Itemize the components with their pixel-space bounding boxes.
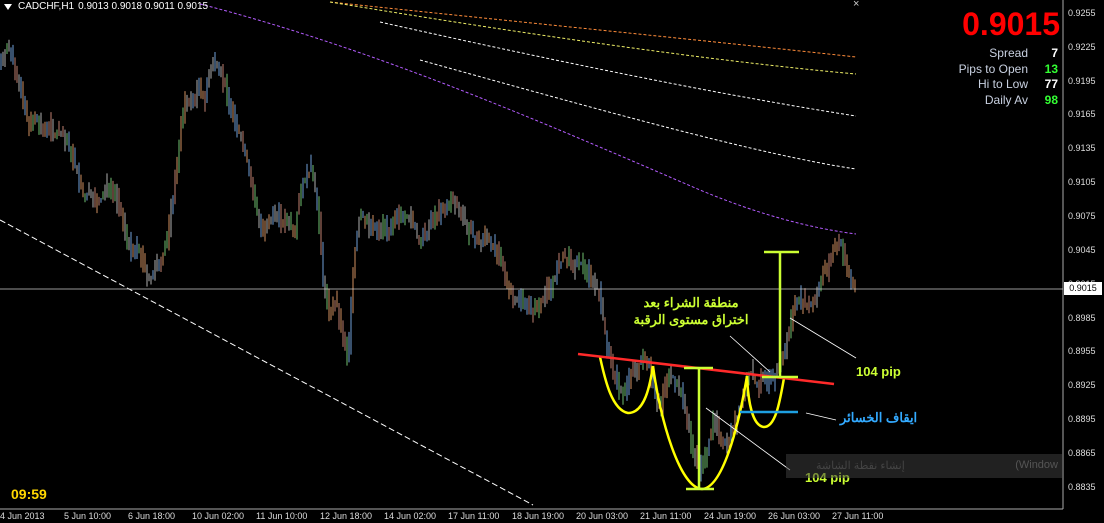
stats-panel: Spread 7 Pips to Open 13 Hi to Low 77 Daily Av… xyxy=(918,46,1058,108)
stat-row: Spread 7 xyxy=(918,46,1058,62)
x-tick-label: 20 Jun 03:00 xyxy=(576,511,629,521)
stat-row: Daily Av 98 xyxy=(918,93,1058,109)
window-overlay: (Window إنشاء نقطة الشاشة xyxy=(786,454,1062,478)
buy-zone-label: منطقة الشراء بعد اختراق مستوى الرقبة xyxy=(620,294,762,328)
y-tick-label: 0.9105 xyxy=(1068,177,1096,188)
x-tick-label: 17 Jun 11:00 xyxy=(448,511,500,521)
stat-label: Spread xyxy=(989,46,1028,60)
y-tick-label: 0.8955 xyxy=(1068,346,1096,357)
current-price-tag: 0.9015 xyxy=(1064,282,1102,295)
symbol-label: CADCHF,H1 xyxy=(18,1,75,12)
y-tick-label: 0.9075 xyxy=(1068,211,1096,222)
x-tick-label: 21 Jun 11:00 xyxy=(640,511,692,521)
pointer-target-top xyxy=(789,317,857,359)
chart-title: CADCHF,H1 0.9013 0.9018 0.9011 0.9015 xyxy=(4,1,208,12)
x-tick-label: 11 Jun 10:00 xyxy=(256,511,308,521)
ma-purple xyxy=(199,3,857,235)
y-tick-label: 0.8865 xyxy=(1068,447,1096,458)
x-tick-label: 6 Jun 18:00 xyxy=(128,511,176,521)
stat-label: Hi to Low xyxy=(977,77,1028,91)
x-tick-label: 10 Jun 02:00 xyxy=(192,511,245,521)
x-tick-label: 27 Jun 11:00 xyxy=(832,511,884,521)
stat-label: Pips to Open xyxy=(958,61,1028,76)
y-tick-label: 0.9045 xyxy=(1068,244,1096,255)
y-tick-label: 0.9195 xyxy=(1068,75,1096,86)
stat-value: 7 xyxy=(1051,46,1058,60)
trendline[interactable] xyxy=(0,219,534,506)
x-tick-label: 4 Jun 2013 xyxy=(0,511,45,521)
stat-value: 98 xyxy=(1044,92,1058,107)
candles xyxy=(0,39,856,482)
stop-loss-label: ايقاف الخسائر xyxy=(840,410,918,425)
stat-row: Hi to Low 77 xyxy=(918,77,1058,93)
clock: 09:59 xyxy=(11,486,47,502)
window-text-ar: إنشاء نقطة الشاشة xyxy=(816,460,905,472)
y-tick-label: 0.9255 xyxy=(1068,7,1096,18)
stat-label: Daily Av xyxy=(984,92,1028,107)
ma-orange xyxy=(329,1,857,58)
target-pips-top-label: 104 pip xyxy=(856,364,901,379)
x-tick-label: 5 Jun 10:00 xyxy=(64,511,112,521)
pointer-buy-zone xyxy=(729,335,771,373)
y-tick-label: 0.8985 xyxy=(1068,312,1096,323)
y-tick-label: 0.9225 xyxy=(1068,41,1096,52)
current-price-display: 0.9015 xyxy=(962,6,1060,42)
x-tick-label: 26 Jun 03:00 xyxy=(768,511,821,521)
y-tick-label: 0.8895 xyxy=(1068,414,1096,425)
stat-value: 13 xyxy=(1044,61,1058,76)
ma-yellow xyxy=(329,1,857,75)
close-icon[interactable]: × xyxy=(853,0,859,10)
x-tick-label: 18 Jun 19:00 xyxy=(512,511,565,521)
x-tick-label: 24 Jun 19:00 xyxy=(704,511,757,521)
stat-value: 77 xyxy=(1044,77,1058,91)
y-tick-label: 0.8835 xyxy=(1068,481,1096,492)
window-text: (Window xyxy=(1015,459,1058,471)
x-tick-label: 12 Jun 18:00 xyxy=(320,511,373,521)
buy-zone-line1: منطقة الشراء بعد xyxy=(643,295,739,310)
y-tick-label: 0.8925 xyxy=(1068,380,1096,391)
ohlc-values: 0.9013 0.9018 0.9011 0.9015 xyxy=(78,1,209,12)
ma-white-2 xyxy=(419,59,857,170)
x-tick-label: 14 Jun 02:00 xyxy=(384,511,437,521)
stat-row: Pips to Open 13 xyxy=(918,62,1058,78)
pointer-stop-loss xyxy=(805,412,837,421)
y-tick-label: 0.9165 xyxy=(1068,109,1096,120)
y-tick-label: 0.9135 xyxy=(1068,143,1096,154)
buy-zone-line2: اختراق مستوى الرقبة xyxy=(633,312,749,327)
chevron-down-icon[interactable] xyxy=(4,3,12,10)
